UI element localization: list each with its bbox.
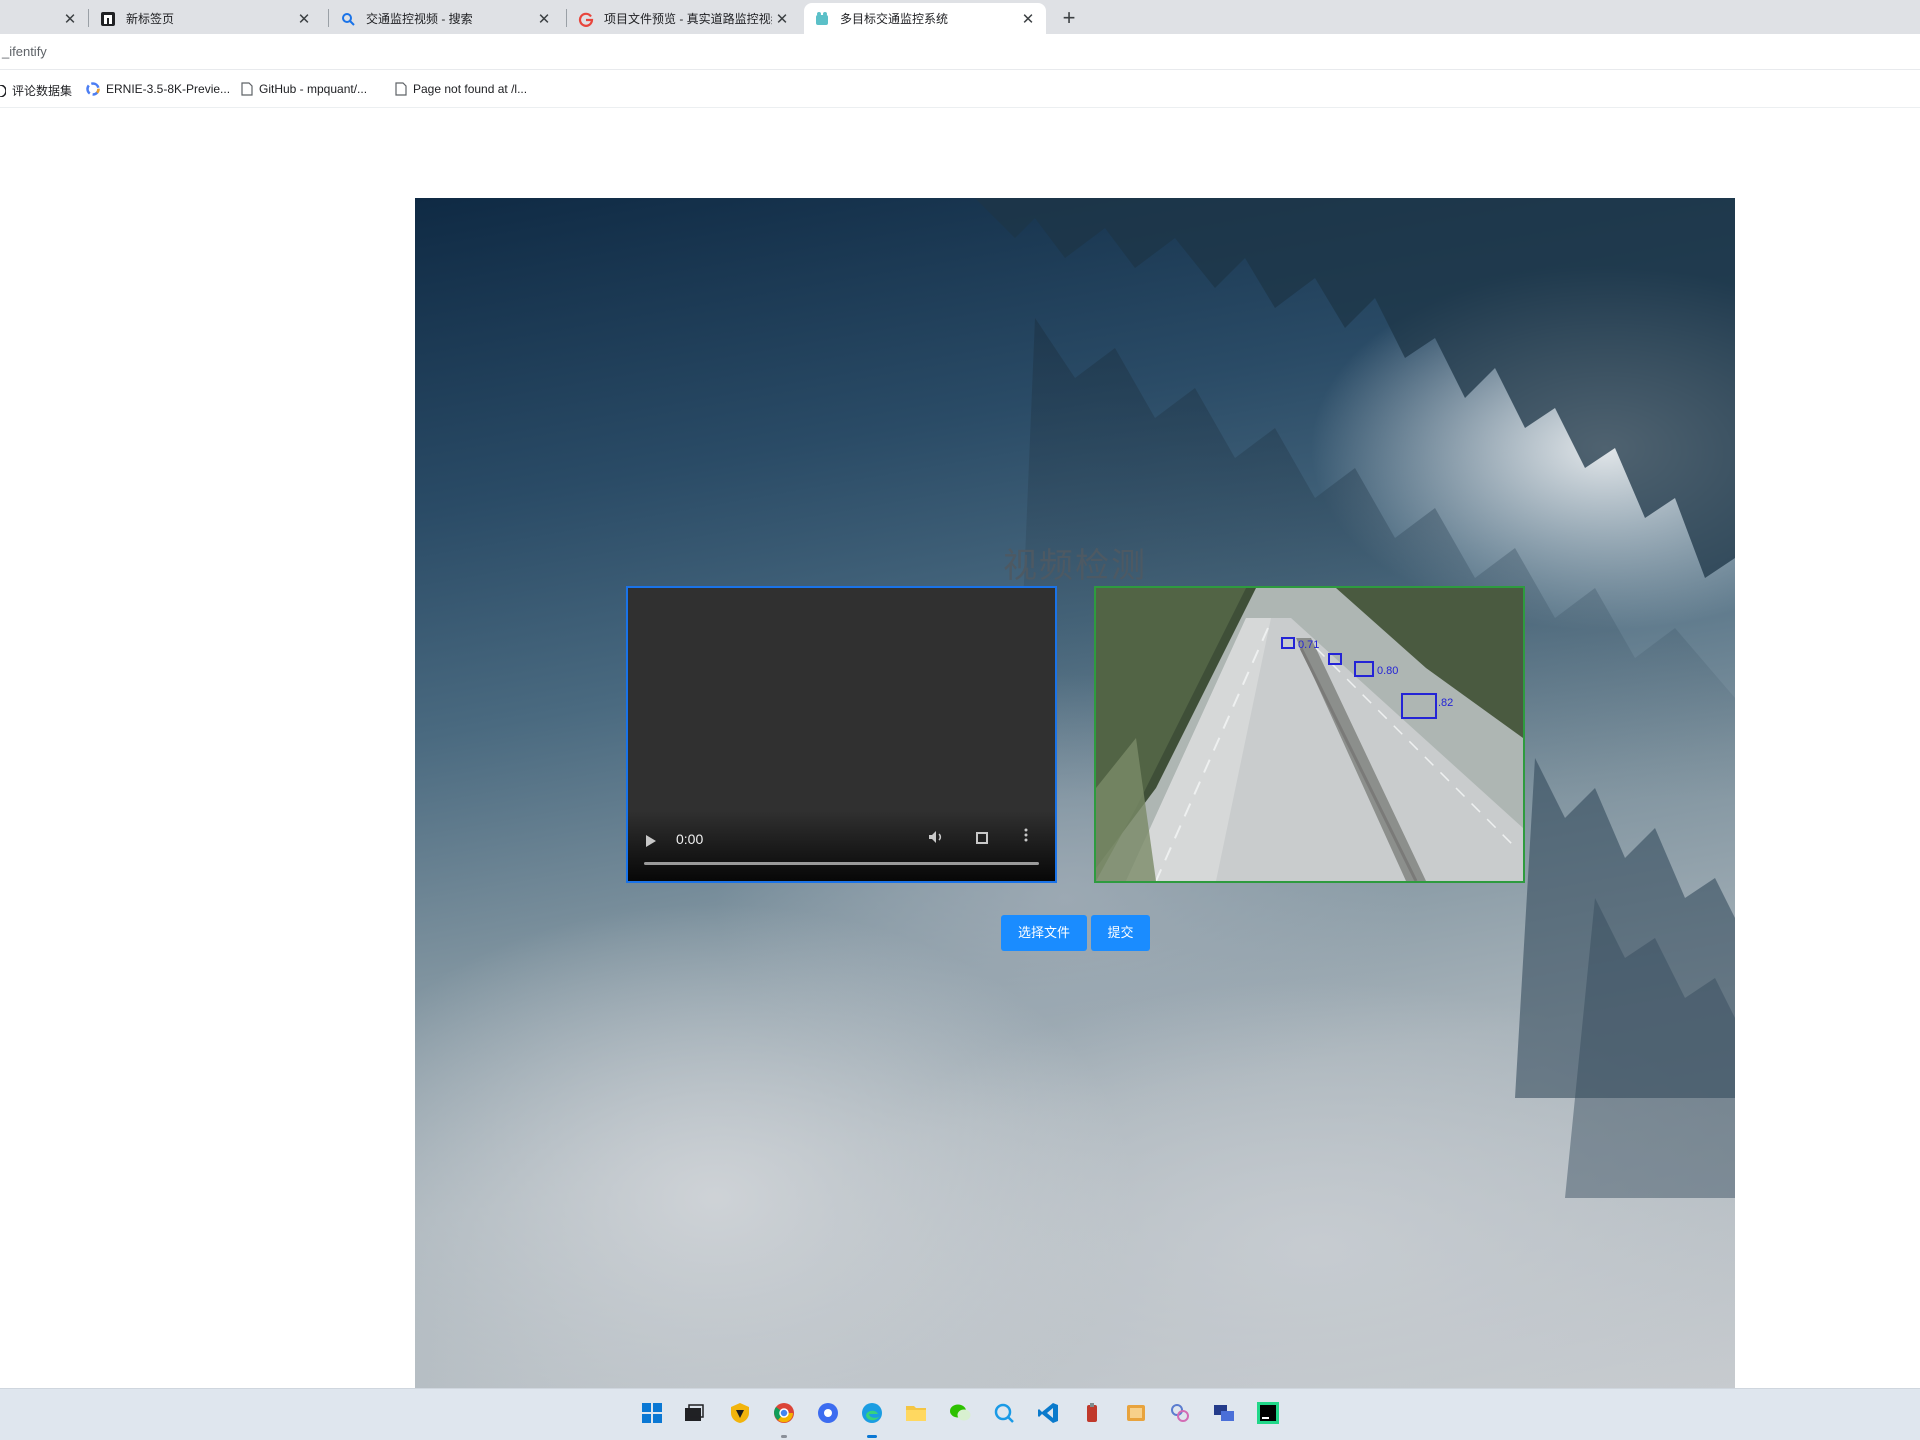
- windows-start-icon[interactable]: [639, 1400, 665, 1426]
- browser-tab-bar: ✕ 新标签页 ✕ 交通监控视频 - 搜索 ✕ 项目文件预览 - 真实道路监控视频…: [0, 0, 1920, 34]
- more-options-icon[interactable]: [1024, 828, 1028, 842]
- play-icon[interactable]: [646, 835, 656, 847]
- circle-icon: [0, 84, 6, 97]
- video-player[interactable]: 0:00: [626, 586, 1057, 883]
- detection-score: 0.71: [1298, 639, 1319, 651]
- edge-icon[interactable]: [859, 1400, 885, 1426]
- video-controls: 0:00: [628, 811, 1055, 881]
- address-bar[interactable]: _ifentify: [0, 34, 1920, 70]
- detection-overlay: 0.71 0.80 .82: [1281, 637, 1453, 719]
- hero-background: 视频检测 0:00 0.71 0.80 .82 选择文件 提交: [415, 198, 1735, 1388]
- browser-tab-4[interactable]: 多目标交通监控系统 ✕: [804, 3, 1046, 34]
- page-icon: [241, 82, 253, 96]
- page-icon: [395, 82, 407, 96]
- tab-title: 交通监控视频 - 搜索: [366, 12, 473, 26]
- browser-tab-3[interactable]: 项目文件预览 - 真实道路监控视频 ✕: [568, 3, 800, 34]
- close-icon[interactable]: ✕: [1018, 10, 1038, 28]
- detection-score: .82: [1438, 697, 1453, 709]
- g-logo-icon: [578, 11, 594, 27]
- app-icon[interactable]: [1167, 1400, 1193, 1426]
- running-indicator: [781, 1435, 787, 1438]
- tool-icon[interactable]: [1079, 1400, 1105, 1426]
- close-icon[interactable]: ✕: [60, 10, 80, 28]
- bookmark-item[interactable]: ERNIE-3.5-8K-Previe...: [86, 82, 230, 96]
- bookmark-label: GitHub - mpquant/...: [259, 82, 368, 96]
- bookmark-label: ERNIE-3.5-8K-Previe...: [106, 82, 231, 96]
- close-icon[interactable]: ✕: [534, 10, 554, 28]
- detection-box: [1328, 653, 1342, 665]
- browser-tab-0[interactable]: ✕: [0, 3, 88, 34]
- search-icon: [340, 11, 356, 27]
- detection-box: [1401, 693, 1437, 719]
- submit-button[interactable]: 提交: [1091, 915, 1150, 951]
- vscode-icon[interactable]: [1035, 1400, 1061, 1426]
- close-icon[interactable]: ✕: [772, 10, 792, 28]
- bookmarks-bar: 评论数据集 ERNIE-3.5-8K-Previe... GitHub - mp…: [0, 70, 1920, 108]
- task-view-icon[interactable]: [681, 1400, 707, 1426]
- tab-title: 新标签页: [126, 12, 175, 26]
- video-progress-bar[interactable]: [644, 862, 1039, 865]
- bookmark-label: Page not found at /l...: [413, 82, 528, 96]
- archive-icon[interactable]: [1123, 1400, 1149, 1426]
- close-icon[interactable]: ✕: [294, 10, 314, 28]
- tab-title: 多目标交通监控系统: [840, 12, 949, 26]
- tab-separator: [88, 9, 89, 27]
- file-explorer-icon[interactable]: [903, 1400, 929, 1426]
- url-text[interactable]: _ifentify: [2, 44, 47, 59]
- chrome-icon[interactable]: [771, 1400, 797, 1426]
- detection-box: [1281, 637, 1295, 649]
- new-tab-page-icon: [100, 11, 116, 27]
- security-icon[interactable]: [727, 1400, 753, 1426]
- new-tab-button[interactable]: +: [1055, 4, 1083, 32]
- detection-score: 0.80: [1377, 665, 1398, 677]
- ernie-icon: [86, 82, 100, 96]
- page-title: 视频检测: [1003, 546, 1147, 586]
- remote-icon[interactable]: [1211, 1400, 1237, 1426]
- bookmark-item[interactable]: 评论数据集: [0, 82, 72, 99]
- browser-tab-2[interactable]: 交通监控视频 - 搜索 ✕: [330, 3, 562, 34]
- wechat-icon[interactable]: [947, 1400, 973, 1426]
- browser-icon[interactable]: [815, 1400, 841, 1426]
- pycharm-icon[interactable]: [1255, 1400, 1281, 1426]
- video-time: 0:00: [676, 831, 704, 847]
- app-icon: [814, 11, 830, 27]
- browser-tab-1[interactable]: 新标签页 ✕: [90, 3, 322, 34]
- detection-result-image: 0.71 0.80 .82: [1094, 586, 1525, 883]
- forest-background-image: [975, 198, 1735, 1198]
- choose-file-button[interactable]: 选择文件: [1001, 915, 1087, 951]
- page-viewport: 视频检测 0:00 0.71 0.80 .82 选择文件 提交: [0, 108, 1920, 1388]
- bookmark-item[interactable]: Page not found at /l...: [395, 82, 527, 96]
- tab-separator: [566, 9, 567, 27]
- detection-box: [1354, 661, 1374, 677]
- bookmark-item[interactable]: GitHub - mpquant/...: [241, 82, 367, 96]
- bookmark-label: 评论数据集: [12, 84, 73, 98]
- taskbar: [0, 1388, 1920, 1440]
- tab-separator: [328, 9, 329, 27]
- search-app-icon[interactable]: [991, 1400, 1017, 1426]
- tab-title: 项目文件预览 - 真实道路监控视频: [604, 12, 772, 26]
- active-indicator: [867, 1435, 877, 1438]
- fullscreen-icon[interactable]: [976, 832, 988, 844]
- volume-icon[interactable]: [928, 830, 944, 847]
